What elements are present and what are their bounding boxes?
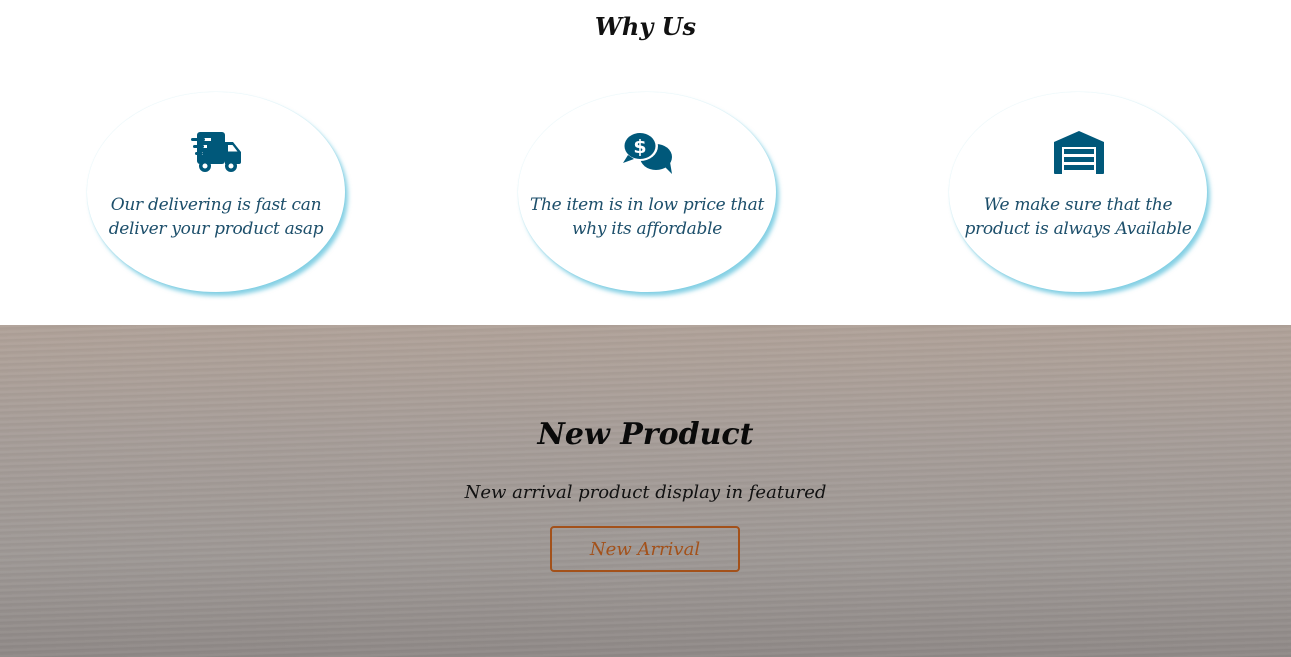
new-arrival-button[interactable]: New Arrival xyxy=(550,526,740,572)
svg-text:$: $ xyxy=(633,136,646,158)
new-product-title: New Product xyxy=(537,417,754,452)
warehouse-icon xyxy=(1053,130,1105,174)
feature-text-availability: We make sure that the product is always … xyxy=(964,195,1192,239)
new-product-subtitle: New arrival product display in featured xyxy=(464,482,827,503)
why-us-title: Why Us xyxy=(594,12,697,41)
new-product-section: New Product New arrival product display … xyxy=(0,325,1291,657)
price-chat-icon: $ xyxy=(622,130,674,174)
feature-card-fast-delivery: Our delivering is fast can deliver your … xyxy=(87,92,345,292)
why-us-section: Why Us Our delivering is fast can delive… xyxy=(0,0,1291,325)
feature-card-availability: We make sure that the product is always … xyxy=(949,92,1207,292)
feature-text-fast-delivery: Our delivering is fast can deliver your … xyxy=(108,195,324,239)
feature-card-low-price: $ The item is in low price that why its … xyxy=(518,92,776,292)
feature-text-low-price: The item is in low price that why its af… xyxy=(529,195,765,239)
shipping-fast-icon xyxy=(191,130,243,174)
